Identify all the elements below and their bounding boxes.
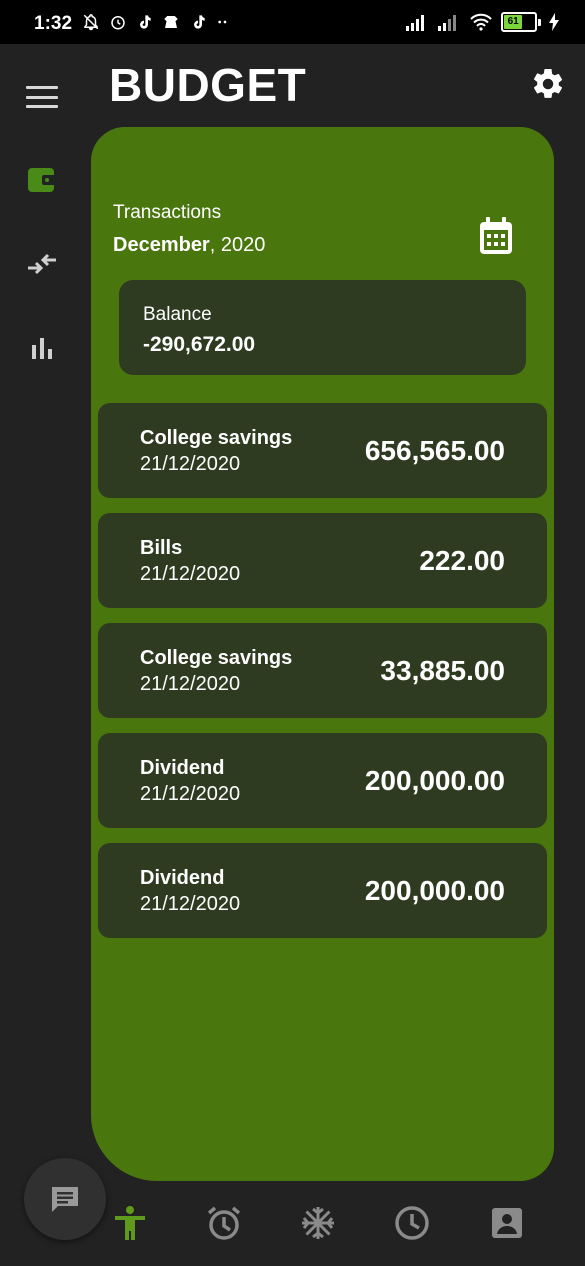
signal-icon [406, 15, 424, 31]
menu-button[interactable] [26, 83, 58, 111]
tiktok-icon-2 [194, 15, 205, 29]
transaction-amount: 222.00 [419, 545, 505, 576]
transfer-arrows-icon [28, 253, 56, 275]
period-month: December [113, 234, 210, 256]
status-time: 1:32 [34, 13, 73, 34]
rail-item-stats[interactable] [24, 330, 60, 366]
transaction-name: Bills [140, 537, 183, 559]
transaction-row[interactable]: Dividend 21/12/2020 200,000.00 [98, 733, 547, 828]
rail-item-wallet[interactable] [24, 162, 60, 198]
transaction-name: Dividend [140, 867, 225, 889]
calendar-icon[interactable] [478, 216, 514, 256]
accessibility-icon [115, 1206, 145, 1240]
transaction-row[interactable]: Dividend 21/12/2020 200,000.00 [98, 843, 547, 938]
rail-item-transfer[interactable] [24, 246, 60, 282]
transaction-amount: 200,000.00 [364, 765, 505, 796]
signal-icon-2 [438, 15, 456, 31]
period-year: , 2020 [209, 234, 266, 256]
bar-chart-icon [32, 338, 52, 359]
transaction-amount: 656,565.00 [364, 435, 505, 466]
balance-label: Balance [143, 304, 212, 325]
chat-icon [52, 1187, 78, 1212]
section-label: Transactions [113, 202, 222, 223]
system-icons: 61 [405, 12, 559, 32]
transaction-row[interactable]: College savings 21/12/2020 33,885.00 [98, 623, 547, 718]
nav-item-clock[interactable] [394, 1204, 430, 1242]
transaction-name: Dividend [140, 757, 225, 779]
app-status-icon [164, 16, 178, 28]
balance-card: Balance -290,672.00 [119, 280, 526, 375]
status-bar: 1:32 61 [0, 0, 585, 44]
clock-icon [395, 1206, 429, 1240]
chat-fab-button[interactable] [24, 1158, 106, 1240]
transaction-row[interactable]: Bills 21/12/2020 222.00 [98, 513, 547, 608]
transaction-date: 21/12/2020 [140, 673, 241, 695]
transaction-amount: 200,000.00 [364, 875, 505, 906]
transaction-name: College savings [140, 427, 293, 449]
nav-item-contacts[interactable] [489, 1204, 525, 1242]
transaction-date: 21/12/2020 [140, 563, 241, 585]
wifi-icon [470, 13, 492, 31]
snowflake-icon [302, 1207, 334, 1239]
settings-gear-icon[interactable] [530, 66, 566, 102]
battery-level: 61 [504, 15, 523, 29]
transaction-amount: 33,885.00 [380, 655, 505, 686]
transaction-name: College savings [140, 647, 293, 669]
nav-item-accessibility[interactable] [112, 1204, 148, 1242]
more-dots-icon [218, 20, 227, 24]
tiktok-icon [140, 15, 151, 29]
transaction-row[interactable]: College savings 21/12/2020 656,565.00 [98, 403, 547, 498]
wallet-icon [28, 168, 56, 192]
transaction-date: 21/12/2020 [140, 453, 241, 475]
nav-item-alarm[interactable] [206, 1204, 242, 1242]
balance-value: -290,672.00 [143, 333, 256, 356]
battery-icon: 61 [501, 12, 541, 32]
bell-off-icon [83, 14, 99, 31]
transaction-date: 21/12/2020 [140, 783, 241, 805]
alarm-status-icon [111, 16, 125, 30]
nav-item-snowflake[interactable] [300, 1204, 336, 1242]
page-title: BUDGET [109, 59, 307, 111]
notification-icons [82, 13, 231, 31]
charging-bolt-icon [549, 13, 559, 31]
contact-card-icon [492, 1208, 522, 1238]
alarm-icon [207, 1206, 241, 1240]
transaction-date: 21/12/2020 [140, 893, 241, 915]
period-label: December, 2020 [113, 234, 265, 257]
